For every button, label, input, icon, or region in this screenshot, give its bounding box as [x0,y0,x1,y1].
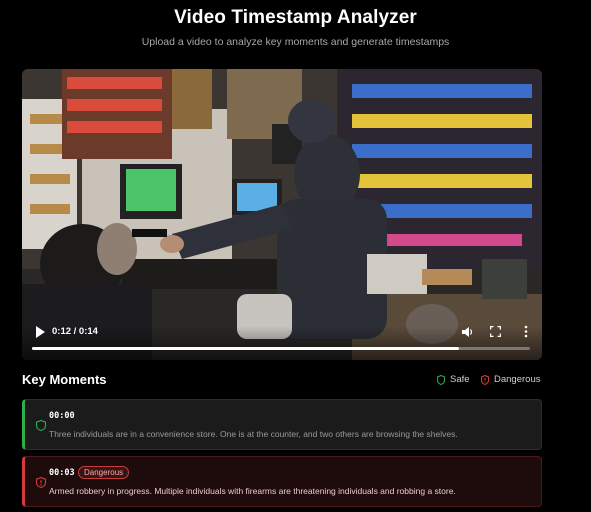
alert-shield-icon [481,374,489,385]
key-moment-card[interactable]: 00:03 Dangerous Armed robbery in progres… [22,456,542,507]
legend-safe: Safe [437,374,470,385]
legend-dangerous: Dangerous [481,374,540,385]
moment-description: Armed robbery in progress. Multiple indi… [49,486,456,496]
moment-timestamp[interactable]: 00:03 [49,468,75,478]
moment-timestamp[interactable]: 00:00 [49,411,75,421]
volume-icon[interactable] [462,326,474,338]
video-progress-fill [32,347,459,350]
more-options-icon[interactable] [523,325,529,338]
legend-dangerous-label: Dangerous [494,374,541,385]
shield-icon [36,420,46,431]
page-subtitle: Upload a video to analyze key moments an… [141,36,450,48]
key-moments-heading: Key Moments [22,372,107,387]
video-progress-bar[interactable] [32,347,530,350]
status-badge: Dangerous [78,466,130,479]
legend-safe-label: Safe [450,374,470,385]
alert-shield-icon [36,477,46,488]
fullscreen-icon[interactable] [490,326,501,337]
shield-icon [437,374,445,385]
play-icon[interactable] [35,326,45,338]
page-title: Video Timestamp Analyzer [174,7,417,28]
video-player[interactable]: 0:12 / 0:14 [22,69,542,360]
moment-description: Three individuals are in a convenience s… [49,429,458,439]
video-frame [22,69,542,360]
key-moment-card[interactable]: 00:00 Three individuals are in a conveni… [22,399,542,450]
video-time-display: 0:12 / 0:14 [52,326,98,337]
